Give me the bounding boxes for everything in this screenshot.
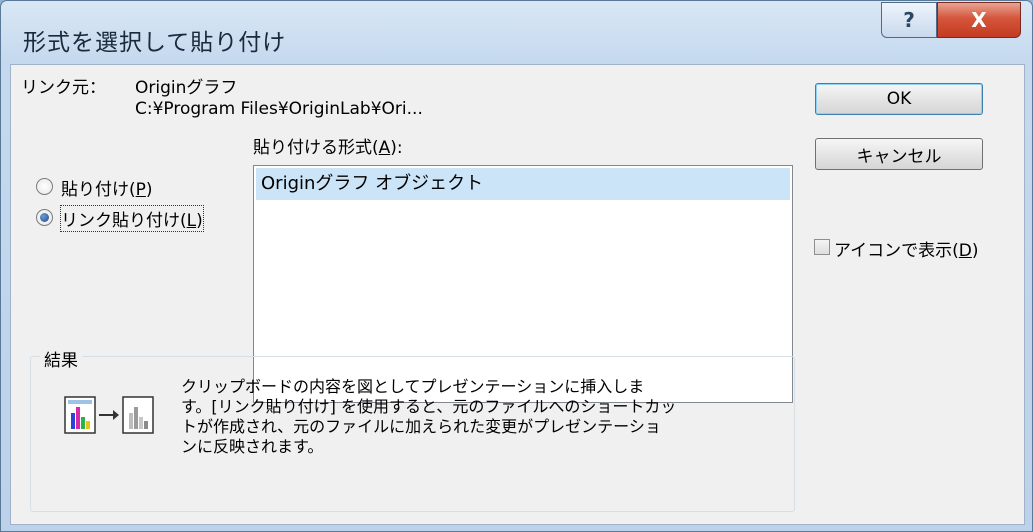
- result-title: 結果: [40, 346, 82, 371]
- display-as-icon-label[interactable]: アイコンで表示(D): [834, 236, 979, 261]
- format-list-item[interactable]: Originグラフ オブジェクト: [256, 168, 790, 200]
- help-icon: ?: [903, 8, 915, 32]
- radio-selected-dot: [40, 213, 49, 222]
- result-description: クリップボードの内容を図としてプレゼンテーションに挿入しま す。[リンク貼り付け…: [181, 377, 677, 456]
- source-app: Originグラフ: [135, 78, 238, 98]
- dialog-body: リンク元： Originグラフ C:¥Program Files¥OriginL…: [10, 64, 1025, 525]
- paste-special-dialog: 形式を選択して貼り付け ? X リンク元： Originグラフ C:¥Progr…: [0, 0, 1033, 532]
- radio-paste-link-label[interactable]: リンク貼り付け(L): [60, 205, 204, 232]
- radio-paste-label[interactable]: 貼り付け(P): [61, 175, 153, 200]
- paste-link-graph-icon: [64, 396, 154, 434]
- dialog-title: 形式を選択して貼り付け: [23, 30, 287, 56]
- cancel-button[interactable]: キャンセル: [815, 138, 983, 170]
- source-label: リンク元：: [21, 78, 106, 98]
- source-path: C:¥Program Files¥OriginLab¥Ori...: [135, 99, 423, 119]
- radio-paste-link[interactable]: [36, 209, 53, 226]
- help-button[interactable]: ?: [881, 2, 937, 38]
- radio-paste[interactable]: [36, 178, 53, 195]
- close-icon: X: [971, 8, 987, 32]
- format-list-label: 貼り付ける形式(A):: [253, 138, 403, 158]
- display-as-icon-checkbox[interactable]: [814, 239, 830, 255]
- close-button[interactable]: X: [937, 2, 1021, 38]
- ok-button[interactable]: OK: [815, 83, 983, 115]
